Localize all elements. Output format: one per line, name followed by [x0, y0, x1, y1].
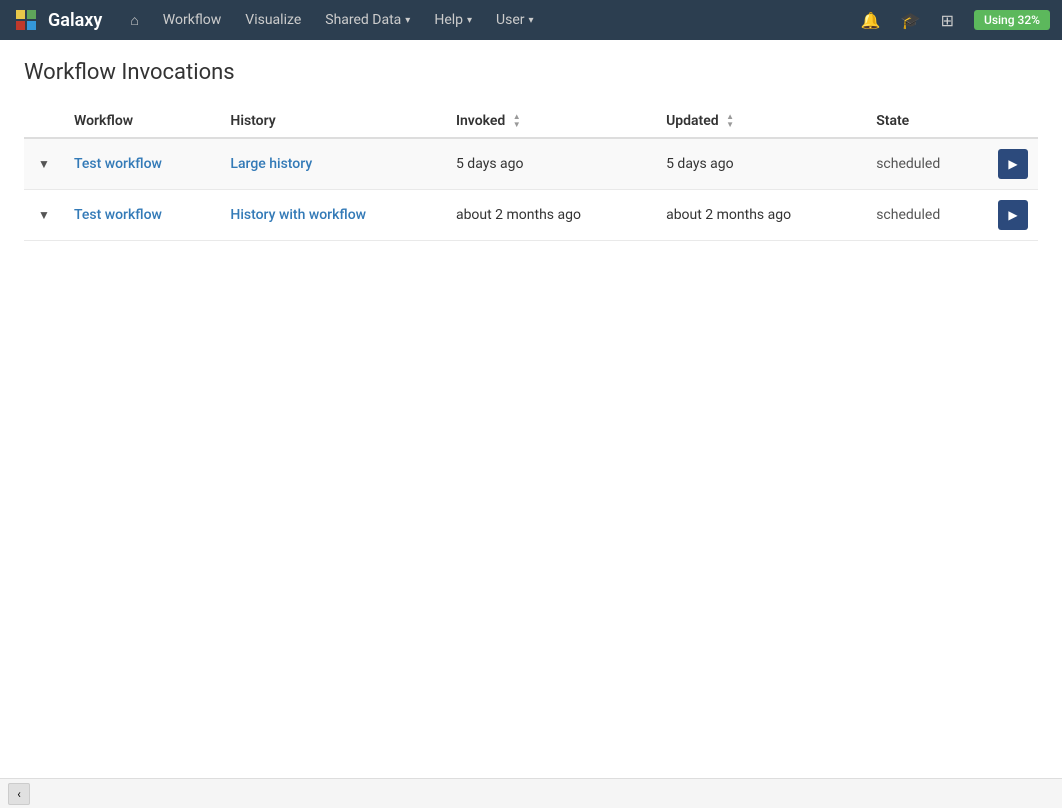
row-expand-cell: ▼ — [24, 190, 64, 241]
row-action-cell: ▶ — [988, 190, 1038, 241]
row-workflow-cell: Test workflow — [64, 138, 220, 190]
invoked-value: about 2 months ago — [456, 207, 581, 223]
chevron-left-icon: ‹ — [17, 787, 21, 801]
row-updated-cell: about 2 months ago — [656, 190, 866, 241]
expand-button[interactable]: ▼ — [34, 155, 54, 173]
play-icon: ▶ — [1008, 208, 1017, 222]
using-badge: Using 32% — [974, 10, 1050, 30]
invoked-value: 5 days ago — [456, 156, 524, 172]
help-caret-icon: ▾ — [467, 15, 472, 26]
nav-home[interactable]: ⌂ — [118, 0, 150, 40]
graduation-icon[interactable]: 🎓 — [893, 0, 929, 40]
col-updated[interactable]: Updated ▲▼ — [656, 105, 866, 138]
workflow-link[interactable]: Test workflow — [74, 207, 162, 223]
nav-help[interactable]: Help ▾ — [422, 0, 484, 40]
bottom-bar: ‹ — [0, 778, 1062, 808]
state-value: scheduled — [876, 156, 940, 172]
shared-data-label: Shared Data — [325, 12, 401, 28]
nav-right: 🔔 🎓 ⊞ Using 32% — [853, 0, 1050, 40]
run-button[interactable]: ▶ — [998, 200, 1028, 230]
history-link[interactable]: Large history — [230, 156, 312, 172]
row-state-cell: scheduled — [866, 190, 988, 241]
nav-visualize[interactable]: Visualize — [233, 0, 313, 40]
col-action — [988, 105, 1038, 138]
expand-button[interactable]: ▼ — [34, 206, 54, 224]
run-button[interactable]: ▶ — [998, 149, 1028, 179]
table-header: Workflow History Invoked ▲▼ Updated ▲▼ — [24, 105, 1038, 138]
table-row: ▼ Test workflow History with workflow ab… — [24, 190, 1038, 241]
row-workflow-cell: Test workflow — [64, 190, 220, 241]
col-state: State — [866, 105, 988, 138]
row-action-cell: ▶ — [988, 138, 1038, 190]
updated-value: 5 days ago — [666, 156, 734, 172]
brand-name: Galaxy — [48, 10, 102, 31]
galaxy-logo-icon — [12, 6, 40, 34]
updated-value: about 2 months ago — [666, 207, 791, 223]
user-label: User — [496, 12, 524, 28]
panel-toggle-button[interactable]: ‹ — [8, 783, 30, 805]
nav-shared-data[interactable]: Shared Data ▾ — [313, 0, 422, 40]
updated-sort-icon: ▲▼ — [726, 113, 734, 129]
play-icon: ▶ — [1008, 157, 1017, 171]
col-invoked[interactable]: Invoked ▲▼ — [446, 105, 656, 138]
grid-icon[interactable]: ⊞ — [933, 0, 962, 40]
page-title: Workflow Invocations — [24, 60, 1038, 85]
row-invoked-cell: about 2 months ago — [446, 190, 656, 241]
nav-links: ⌂ Workflow Visualize Shared Data ▾ Help … — [118, 0, 852, 40]
notifications-icon[interactable]: 🔔 — [853, 0, 889, 40]
row-expand-cell: ▼ — [24, 138, 64, 190]
brand: Galaxy — [12, 6, 102, 34]
navbar: Galaxy ⌂ Workflow Visualize Shared Data … — [0, 0, 1062, 40]
home-icon: ⌂ — [130, 12, 138, 29]
user-caret-icon: ▾ — [529, 15, 534, 26]
table-body: ▼ Test workflow Large history 5 days ago… — [24, 138, 1038, 241]
row-state-cell: scheduled — [866, 138, 988, 190]
row-history-cell: History with workflow — [220, 190, 446, 241]
nav-workflow[interactable]: Workflow — [151, 0, 234, 40]
invoked-sort-icon: ▲▼ — [513, 113, 521, 129]
col-workflow: Workflow — [64, 105, 220, 138]
workflow-link[interactable]: Test workflow — [74, 156, 162, 172]
page-content: Workflow Invocations Workflow History In… — [0, 40, 1062, 261]
row-invoked-cell: 5 days ago — [446, 138, 656, 190]
history-link[interactable]: History with workflow — [230, 207, 366, 223]
row-updated-cell: 5 days ago — [656, 138, 866, 190]
nav-user[interactable]: User ▾ — [484, 0, 546, 40]
col-history: History — [220, 105, 446, 138]
row-history-cell: Large history — [220, 138, 446, 190]
help-label: Help — [434, 12, 463, 28]
state-value: scheduled — [876, 207, 940, 223]
table-row: ▼ Test workflow Large history 5 days ago… — [24, 138, 1038, 190]
col-expand — [24, 105, 64, 138]
shared-data-caret-icon: ▾ — [405, 15, 410, 26]
invocations-table: Workflow History Invoked ▲▼ Updated ▲▼ — [24, 105, 1038, 241]
